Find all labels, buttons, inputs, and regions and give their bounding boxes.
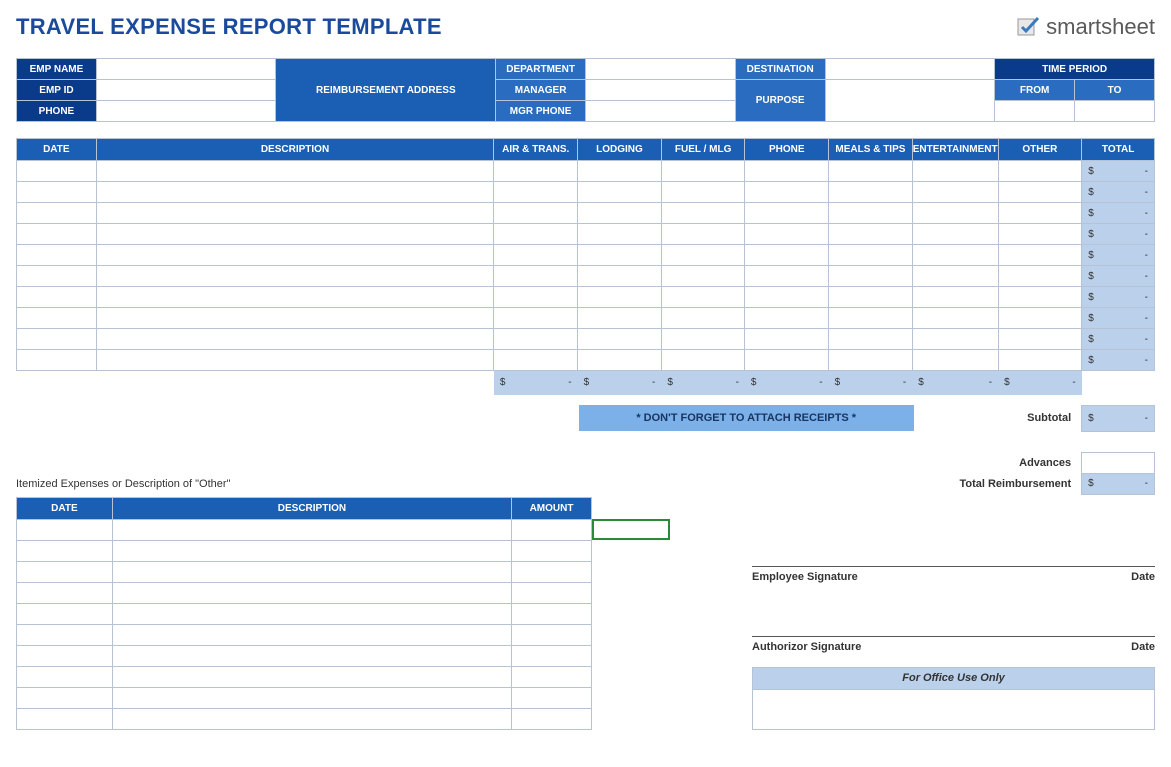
input-manager[interactable] — [586, 80, 736, 101]
col-total-phone: $- — [745, 371, 829, 395]
row-total: $- — [1082, 182, 1155, 203]
col-total-other: $- — [998, 371, 1082, 395]
page-title: TRAVEL EXPENSE REPORT TEMPLATE — [16, 14, 442, 40]
input-destination[interactable] — [825, 59, 995, 80]
col-total-fuel: $- — [661, 371, 745, 395]
itemized-title: Itemized Expenses or Description of "Oth… — [16, 473, 495, 494]
input-office-use[interactable] — [753, 689, 1155, 729]
table-row: $- — [17, 350, 1155, 371]
input-mgr-phone[interactable] — [586, 101, 736, 122]
row-total: $- — [1082, 287, 1155, 308]
table-row: $- — [17, 224, 1155, 245]
smartsheet-logo: smartsheet — [1016, 14, 1155, 40]
value-subtotal: $- — [1082, 405, 1155, 431]
row-total: $- — [1082, 203, 1155, 224]
value-total-reimbursement: $- — [1082, 473, 1155, 494]
label-time-period: TIME PERIOD — [995, 59, 1155, 80]
table-row: $- — [17, 203, 1155, 224]
table-row: $- — [17, 266, 1155, 287]
table-row — [17, 687, 592, 708]
label-phone: PHONE — [17, 101, 97, 122]
col-total-lodging: $- — [578, 371, 662, 395]
input-emp-id[interactable] — [96, 80, 276, 101]
input-phone[interactable] — [96, 101, 276, 122]
table-row — [17, 666, 592, 687]
col-fuel: FUEL / MLG — [661, 139, 745, 161]
column-totals-row: $- $- $- $- $- $- $- — [17, 371, 1155, 395]
label-sig-date: Date — [1131, 571, 1155, 583]
selected-cell[interactable] — [592, 519, 670, 540]
label-to: TO — [1075, 80, 1155, 101]
table-row — [17, 603, 592, 624]
employee-signature-line[interactable] — [752, 527, 1155, 567]
input-purpose[interactable] — [825, 80, 995, 122]
row-total: $- — [1082, 224, 1155, 245]
col-description: DESCRIPTION — [96, 139, 494, 161]
col-phone: PHONE — [745, 139, 829, 161]
col-total: TOTAL — [1082, 139, 1155, 161]
input-to[interactable] — [1075, 101, 1155, 122]
authorizor-signature-line[interactable] — [752, 597, 1155, 637]
col-lodging: LODGING — [578, 139, 662, 161]
table-row: $- — [17, 161, 1155, 182]
table-row — [17, 582, 592, 603]
col-meals: MEALS & TIPS — [829, 139, 913, 161]
col-air: AIR & TRANS. — [494, 139, 578, 161]
table-row — [17, 624, 592, 645]
label-from: FROM — [995, 80, 1075, 101]
row-total: $- — [1082, 266, 1155, 287]
label-destination: DESTINATION — [735, 59, 825, 80]
table-row — [17, 561, 592, 582]
input-advances[interactable] — [1082, 452, 1155, 473]
label-employee-signature: Employee Signature — [752, 571, 858, 583]
table-row — [17, 540, 592, 561]
item-col-date: DATE — [17, 497, 113, 519]
col-other: OTHER — [998, 139, 1082, 161]
row-total: $- — [1082, 245, 1155, 266]
label-reimb-addr: REIMBURSEMENT ADDRESS — [276, 59, 496, 122]
label-sig-date-2: Date — [1131, 641, 1155, 653]
itemized-table: DATE DESCRIPTION AMOUNT — [16, 497, 592, 730]
label-purpose: PURPOSE — [735, 80, 825, 122]
label-emp-name: EMP NAME — [17, 59, 97, 80]
table-row: $- — [17, 245, 1155, 266]
table-row: $- — [17, 287, 1155, 308]
table-row — [17, 519, 592, 540]
label-manager: MANAGER — [496, 80, 586, 101]
col-entertainment: ENTERTAINMENT — [912, 139, 998, 161]
label-office-use: For Office Use Only — [753, 667, 1155, 689]
table-row: $- — [17, 329, 1155, 350]
label-department: DEPARTMENT — [496, 59, 586, 80]
input-from[interactable] — [995, 101, 1075, 122]
col-total-entertainment: $- — [912, 371, 998, 395]
label-total-reimbursement: Total Reimbursement — [914, 473, 1082, 494]
row-total: $- — [1082, 350, 1155, 371]
label-mgr-phone: MGR PHONE — [496, 101, 586, 122]
table-row: $- — [17, 308, 1155, 329]
label-subtotal: Subtotal — [914, 405, 1082, 431]
office-use-box: For Office Use Only — [752, 667, 1155, 730]
info-table: EMP NAME REIMBURSEMENT ADDRESS DEPARTMEN… — [16, 58, 1155, 122]
col-date: DATE — [17, 139, 97, 161]
col-total-air: $- — [494, 371, 578, 395]
label-emp-id: EMP ID — [17, 80, 97, 101]
table-row — [17, 645, 592, 666]
receipts-note: * DON'T FORGET TO ATTACH RECEIPTS * — [579, 405, 914, 431]
row-total: $- — [1082, 308, 1155, 329]
expense-table: DATE DESCRIPTION AIR & TRANS. LODGING FU… — [16, 138, 1155, 395]
row-total: $- — [1082, 329, 1155, 350]
label-advances: Advances — [914, 452, 1082, 473]
table-row — [17, 708, 592, 729]
row-total: $- — [1082, 161, 1155, 182]
table-row: $- — [17, 182, 1155, 203]
item-col-description: DESCRIPTION — [112, 497, 511, 519]
label-authorizor-signature: Authorizor Signature — [752, 641, 861, 653]
input-department[interactable] — [586, 59, 736, 80]
input-emp-name[interactable] — [96, 59, 276, 80]
checkmark-icon — [1016, 15, 1040, 39]
item-col-amount: AMOUNT — [512, 497, 592, 519]
col-total-meals: $- — [829, 371, 913, 395]
